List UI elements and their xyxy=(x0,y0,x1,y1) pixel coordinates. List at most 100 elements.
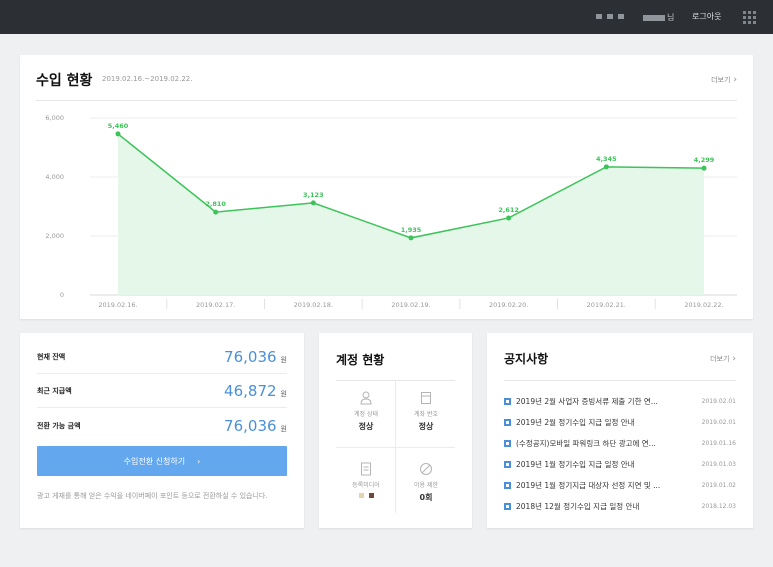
account-cell-value: 정상 xyxy=(418,422,434,431)
data-label: 4,345 xyxy=(596,155,617,163)
convert-income-button[interactable]: 수입전환 신청하기 › xyxy=(37,446,287,476)
account-cell-bank[interactable]: 계좌 번호 정상 xyxy=(396,390,456,432)
service-link-2[interactable] xyxy=(607,14,613,19)
balance-unit: 원 xyxy=(280,356,287,364)
x-tick-label: 2019.02.18. xyxy=(294,301,333,309)
x-tick-label: 2019.02.21. xyxy=(587,301,626,309)
notice-square-icon xyxy=(504,397,511,405)
logout-link[interactable]: 로그아웃 xyxy=(692,11,721,22)
income-date-range: 2019.02.16.~2019.02.22. xyxy=(102,75,193,83)
top-bar: 님 로그아웃 xyxy=(0,0,773,34)
y-tick-label: 6,000 xyxy=(45,114,64,122)
balance-unit: 원 xyxy=(280,424,287,433)
account-cell-media[interactable]: 등록미디어 xyxy=(336,461,396,498)
notice-item-date: 2019.01.02 xyxy=(701,481,736,489)
apps-grid-icon[interactable] xyxy=(743,11,756,24)
notice-item[interactable]: (수정공지)모바일 파워링크 하단 광고에 연... 2019.01.16 xyxy=(504,437,736,449)
media-swatches xyxy=(336,493,396,498)
data-label: 2,810 xyxy=(205,200,226,208)
y-tick-label: 4,000 xyxy=(45,173,64,181)
income-card: 수입 현황 2019.02.16.~2019.02.22. 더보기 › 0 2,00… xyxy=(20,55,753,319)
balance-value: 76,036 xyxy=(224,348,277,366)
balance-value: 46,872 xyxy=(224,382,277,400)
income-chart: 0 2,000 4,000 6,000 5,460 2019.02.16. 2,810 201… xyxy=(45,114,737,309)
notice-item-title: 2019년 1월 정기지급 대상자 선정 지연 및 ... xyxy=(516,480,661,490)
media-swatch xyxy=(368,493,374,498)
data-point xyxy=(603,164,609,170)
data-label: 2,612 xyxy=(498,206,519,214)
notice-square-icon xyxy=(504,439,511,447)
data-point xyxy=(310,200,316,206)
notice-item-date: 2018.12.03 xyxy=(701,502,736,510)
notice-item[interactable]: 2019년 2월 정기수입 지급 일정 안내 2019.02.01 xyxy=(504,416,736,428)
media-swatch xyxy=(358,493,364,498)
notice-card: 공지사항 더보기 › 2019년 2월 사업자 증빙서류 제출 기한 연... 2… xyxy=(487,333,753,528)
notice-item[interactable]: 2018년 12월 정기수입 지급 일정 안내 2018.12.03 xyxy=(504,500,736,512)
data-point xyxy=(408,235,414,241)
account-cell-caption: 등록미디어 xyxy=(352,482,380,489)
y-tick-label: 2,000 xyxy=(45,232,64,240)
notice-more-label: 더보기 xyxy=(710,355,730,363)
notice-more-link[interactable]: 더보기 › xyxy=(710,354,736,364)
notice-item-title: 2019년 2월 정기수입 지급 일정 안내 xyxy=(516,417,635,427)
notice-item-title: 2018년 12월 정기수입 지급 일정 안내 xyxy=(516,501,640,511)
account-cell-caption: 계좌 번호 xyxy=(414,411,438,418)
data-label: 5,460 xyxy=(108,122,129,130)
chevron-right-icon: › xyxy=(732,354,736,364)
notice-item-date: 2019.02.01 xyxy=(701,418,736,426)
account-grid-horizontal-divider xyxy=(336,447,455,448)
user-name-masked xyxy=(643,14,665,21)
notice-item-title: 2019년 2월 사업자 증빙서류 제출 기한 연... xyxy=(516,396,658,406)
account-cell-value: 정상 xyxy=(358,422,374,431)
convert-income-button-label: 수입전환 신청하기 xyxy=(123,456,186,466)
notice-item-date: 2019.01.16 xyxy=(701,439,736,447)
income-more-link[interactable]: 더보기 › xyxy=(711,75,737,85)
balance-value: 76,036 xyxy=(224,416,277,435)
account-cell-restriction[interactable]: 이용 제한 0회 xyxy=(396,461,456,503)
balance-label: 최근 지급액 xyxy=(37,387,72,395)
service-links[interactable] xyxy=(596,14,624,19)
data-point xyxy=(115,131,121,137)
balance-row-recent-payment: 최근 지급액 46,872 원 xyxy=(37,375,287,408)
x-tick-label: 2019.02.22. xyxy=(684,301,723,309)
notice-square-icon xyxy=(504,460,511,468)
balance-unit: 원 xyxy=(280,390,287,398)
balance-row-current: 현재 잔액 76,036 원 xyxy=(37,341,287,374)
notice-square-icon xyxy=(504,502,511,510)
account-cell-caption: 계정 상태 xyxy=(354,411,378,418)
notice-item-date: 2019.01.03 xyxy=(701,460,736,468)
notice-item-title: (수정공지)모바일 파워링크 하단 광고에 연... xyxy=(516,438,656,448)
notice-item[interactable]: 2019년 1월 정기지급 대상자 선정 지연 및 ... 2019.01.02 xyxy=(504,479,736,491)
account-title: 계정 현황 xyxy=(336,353,385,367)
data-label: 1,935 xyxy=(401,226,422,234)
y-tick-label: 0 xyxy=(60,291,64,299)
notice-title: 공지사항 xyxy=(504,352,549,366)
notice-item[interactable]: 2019년 1월 정기수입 지급 일정 안내 2019.01.03 xyxy=(504,458,736,470)
balance-card: 현재 잔액 76,036 원 최근 지급액 46,872 원 전환 가능 금액 76… xyxy=(20,333,304,528)
balance-label: 전환 가능 금액 xyxy=(37,421,81,430)
notice-item[interactable]: 2019년 2월 사업자 증빙서류 제출 기한 연... 2019.02.01 xyxy=(504,395,736,407)
service-link-1[interactable] xyxy=(596,14,602,19)
data-point xyxy=(213,209,219,215)
account-status-card: 계정 현황 계정 상태 정상 계좌 번호 정상 등록미디어 이용 제한 0회 xyxy=(319,333,472,528)
chevron-right-icon: › xyxy=(197,456,201,466)
income-divider xyxy=(36,100,737,101)
data-point xyxy=(506,215,512,221)
x-tick-label: 2019.02.17. xyxy=(196,301,235,309)
x-tick-label: 2019.02.19. xyxy=(391,301,430,309)
service-link-3[interactable] xyxy=(618,14,624,19)
account-cell-status[interactable]: 계정 상태 정상 xyxy=(336,390,396,432)
notice-item-title: 2019년 1월 정기수입 지급 일정 안내 xyxy=(516,459,635,469)
data-label: 3,123 xyxy=(303,191,324,199)
data-label: 4,299 xyxy=(694,156,715,164)
notice-divider xyxy=(504,380,736,381)
x-tick-label: 2019.02.16. xyxy=(98,301,137,309)
convert-note: 광고 게재를 통해 얻은 수익을 네이버페이 포인트 등으로 전환하실 수 있습… xyxy=(37,492,268,500)
card-icon xyxy=(396,390,456,406)
user-name-suffix: 님 xyxy=(667,13,675,22)
user-name[interactable]: 님 xyxy=(643,12,674,23)
notice-square-icon xyxy=(504,418,511,426)
account-cell-value: 0회 xyxy=(419,493,433,502)
x-tick-label: 2019.02.20. xyxy=(489,301,528,309)
data-point xyxy=(701,165,707,171)
